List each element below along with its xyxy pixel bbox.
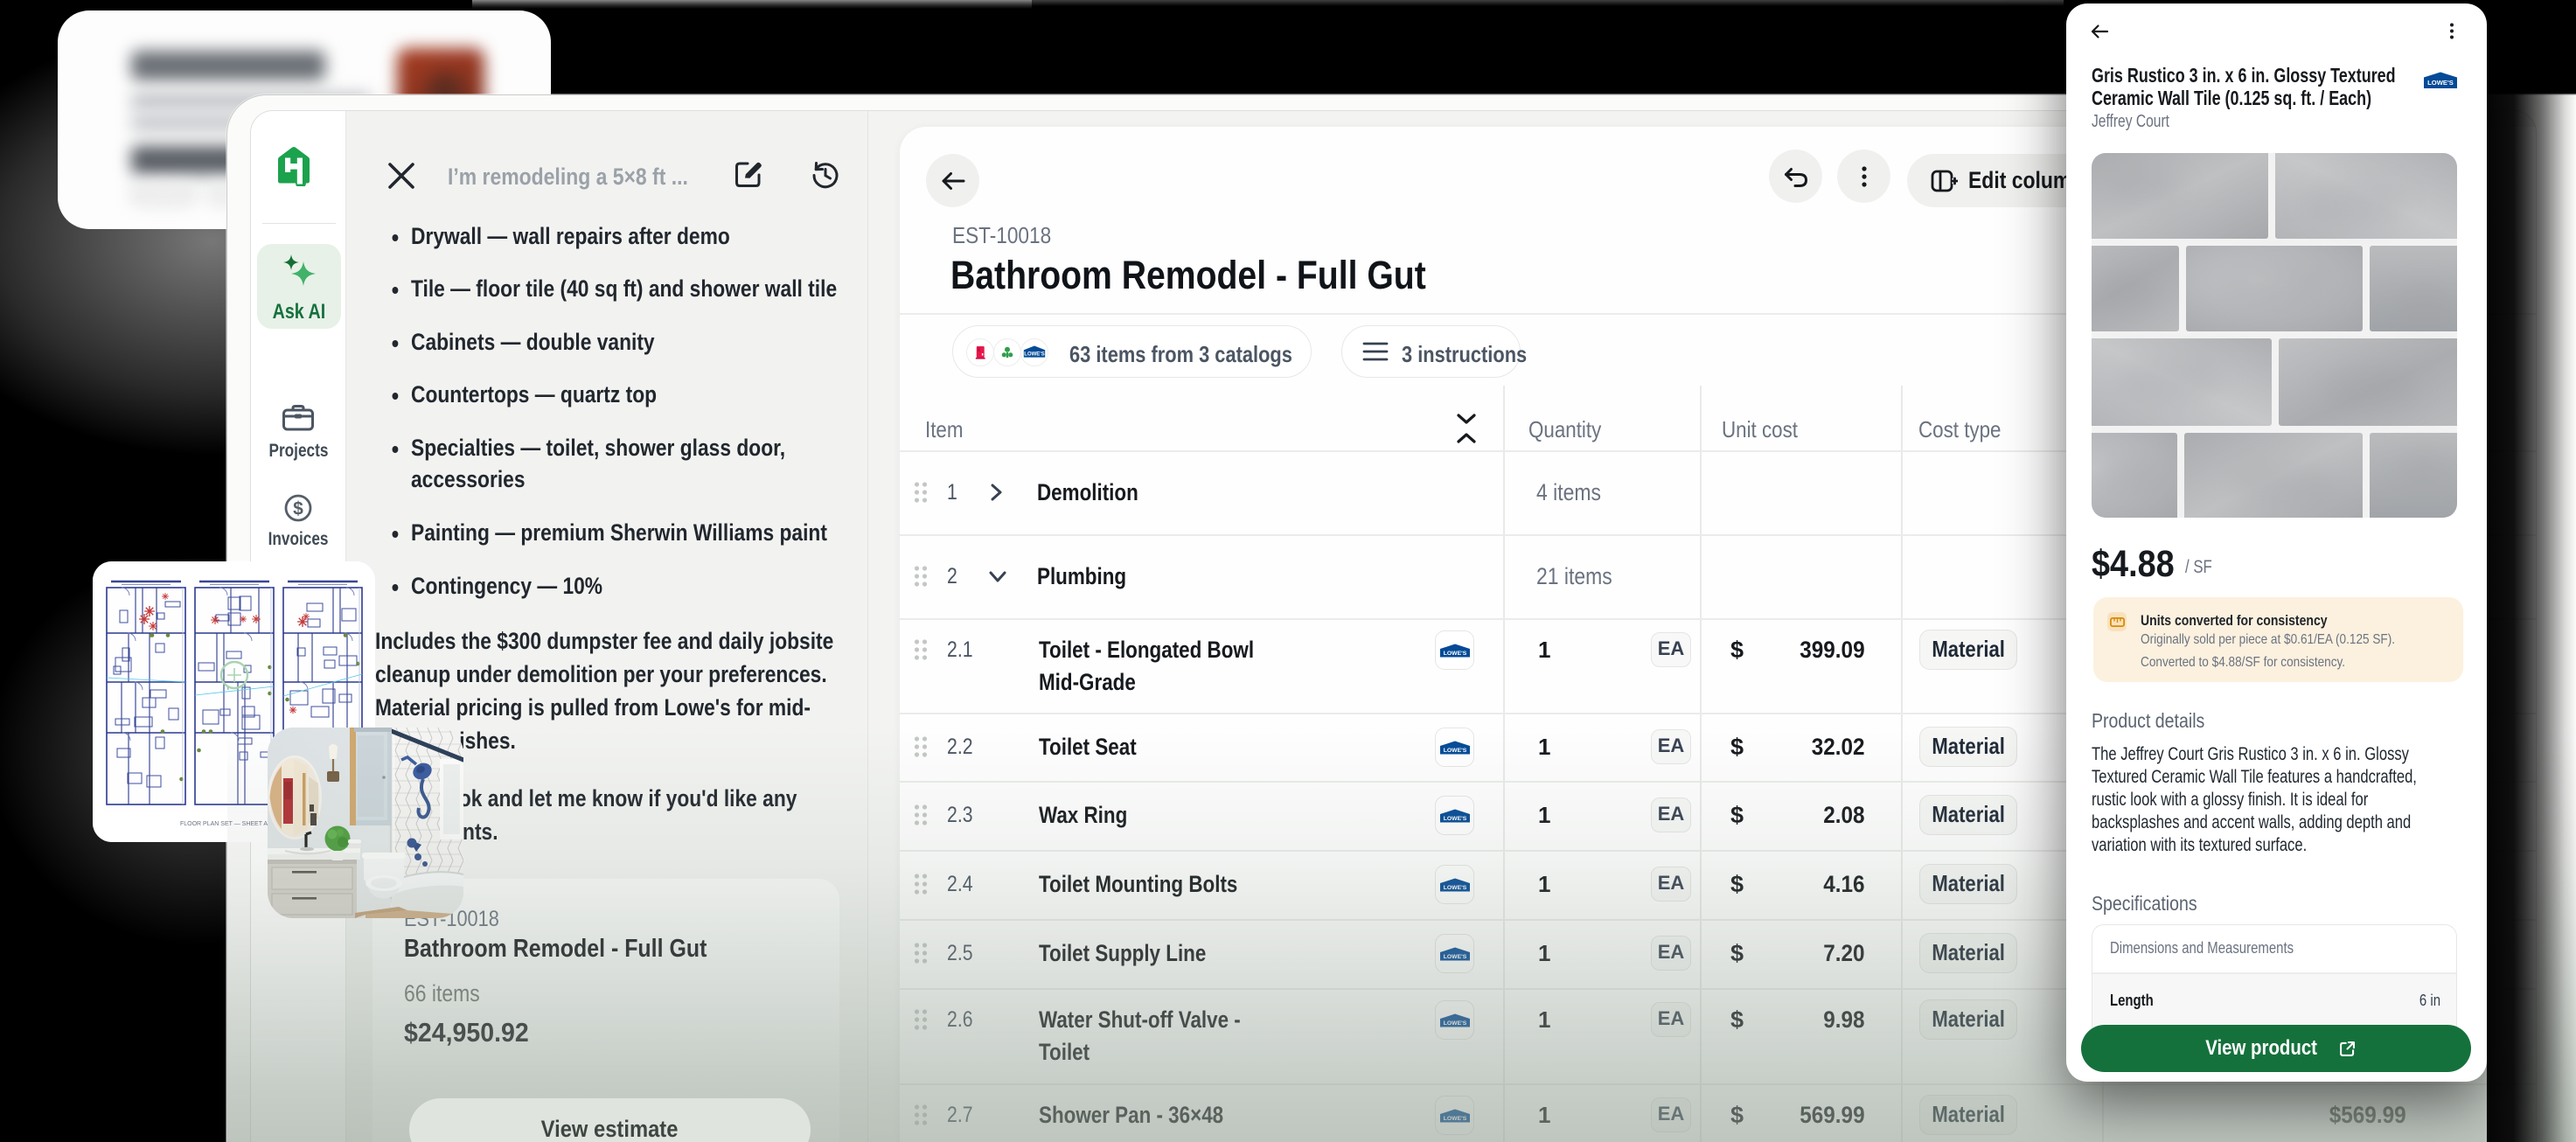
svg-text:LOWE'S: LOWE'S	[1443, 747, 1466, 753]
svg-text:LOWE'S: LOWE'S	[1443, 1115, 1466, 1121]
svg-text:LOWE'S: LOWE'S	[1443, 815, 1466, 821]
svg-text:LOWE'S: LOWE'S	[1443, 884, 1466, 890]
svg-text:LOWE'S: LOWE'S	[1443, 1020, 1466, 1026]
svg-text:LOWE'S: LOWE'S	[2427, 79, 2454, 87]
svg-text:LOWE'S: LOWE'S	[1024, 352, 1044, 357]
svg-text:LOWE'S: LOWE'S	[1443, 650, 1466, 656]
svg-text:$: $	[293, 499, 303, 519]
svg-text:LOWE'S: LOWE'S	[1443, 953, 1466, 959]
